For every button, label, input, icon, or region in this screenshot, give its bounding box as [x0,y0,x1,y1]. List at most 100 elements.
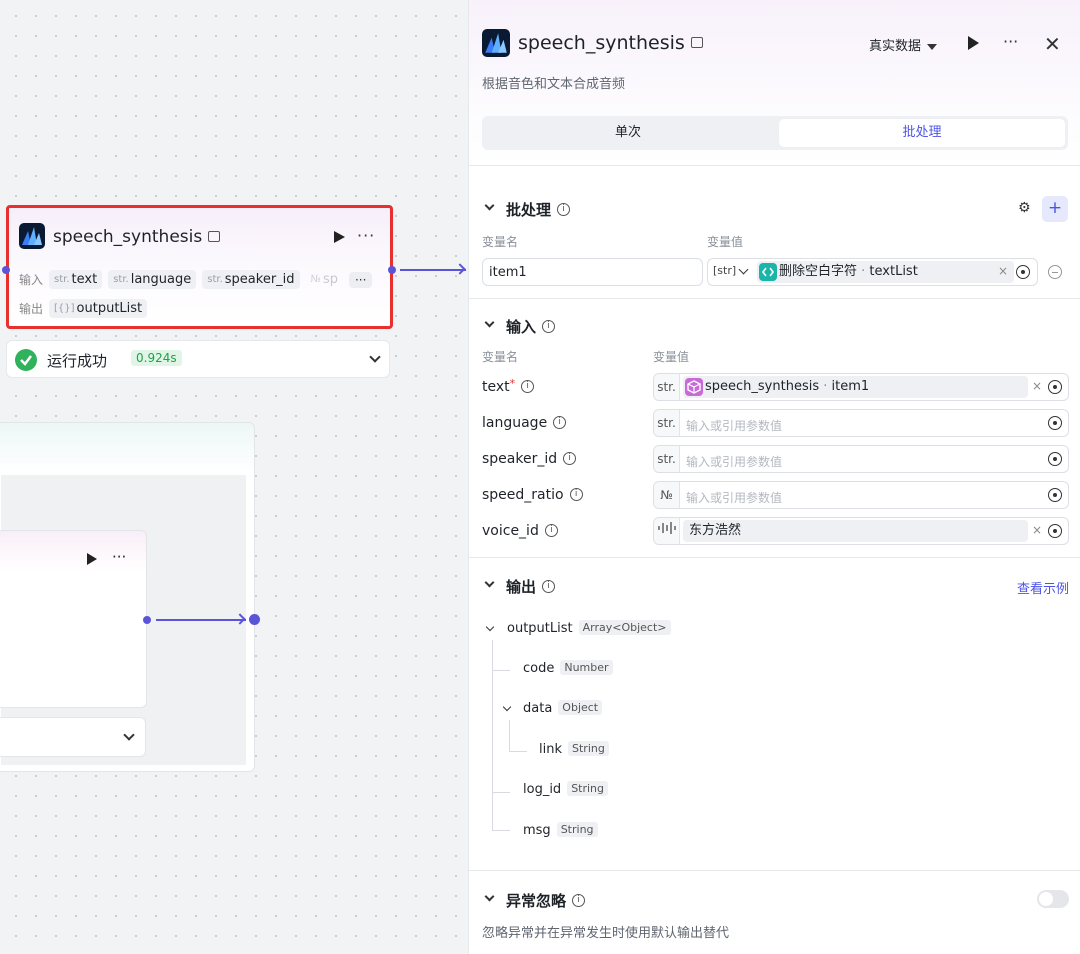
param-name: speaker_id i [482,451,577,467]
reference-chip: speech_synthesis · item1 [683,376,1028,398]
node-outputs-row: 输出 [{}] outputList [19,299,148,318]
collapse-outputlist-icon[interactable] [485,622,495,632]
info-icon[interactable]: i [542,580,556,593]
input-name: sp [322,272,338,287]
exception-ignore-toggle[interactable] [1037,890,1069,908]
info-icon[interactable]: i [544,523,558,537]
reference-target-icon[interactable] [1048,524,1062,538]
more-inputs-button[interactable]: ··· [348,271,373,288]
node-output-port[interactable] [388,266,396,274]
voice-value: 东方浩然 [689,523,742,538]
run-icon[interactable] [966,35,980,51]
collapse-output-icon[interactable] [484,577,495,588]
type-badge: Array<Object> [578,620,671,635]
info-icon[interactable]: i [563,451,577,465]
param-value-field[interactable]: str. 输入或引用参数值 [653,409,1069,437]
run-node-icon[interactable] [85,551,99,571]
node-more-button[interactable]: ··· [357,226,375,245]
param-value-field[interactable]: 东方浩然 × [653,517,1069,545]
group-output-port[interactable] [249,614,260,625]
plugin-icon [685,378,703,396]
panel-more-button[interactable]: ··· [1003,32,1018,51]
clear-reference-icon[interactable]: × [998,264,1008,278]
inner-node[interactable]: ··· [0,530,147,708]
node-input-port[interactable] [2,266,10,274]
batch-item-value-field[interactable]: [str] 删除空白字符 · textList × [707,258,1038,286]
chevron-down-icon[interactable] [123,729,135,741]
tree-node-name: data [523,701,553,716]
tree-node-name: msg [523,823,551,838]
reference-target-icon[interactable] [1048,488,1062,502]
collapse-data-icon[interactable] [502,702,512,712]
inner-node-output-port[interactable] [143,616,151,624]
inputs-label: 输入 [19,273,44,287]
info-icon[interactable]: i [572,894,586,907]
info-icon[interactable]: i [521,379,535,393]
reference-target-icon[interactable] [1016,265,1030,279]
batch-item-name-input[interactable]: item1 [482,258,703,286]
output-type: [{}] [54,303,75,314]
node-title: speech_synthesis [53,227,221,247]
clear-reference-icon[interactable]: × [1032,379,1042,393]
type-select[interactable]: [str] [713,264,736,277]
close-icon[interactable]: ✕ [1044,32,1061,56]
type-badge: String [556,822,598,837]
node-config-panel: speech_synthesis 真实数据 ··· ✕ 根据音色和文本合成音频 … [468,0,1080,954]
tree-node-name: log_id [523,782,562,797]
input-chip: str. speaker_id [202,270,300,289]
run-node-icon[interactable] [331,228,347,246]
param-value-field[interactable]: str. speech_synthesis · item1 × [653,373,1069,401]
reference-target-icon[interactable] [1048,452,1062,466]
node-more-button[interactable]: ··· [112,548,126,566]
status-text: 运行成功 [47,352,108,370]
speech-synthesis-node[interactable]: speech_synthesis ··· 输入 str. text str. lan… [6,205,393,329]
add-batch-item-button[interactable]: + [1042,196,1068,222]
real-data-dropdown[interactable]: 真实数据 [869,35,937,54]
reference-variable: textList [869,264,918,279]
panel-title: speech_synthesis [518,32,703,54]
info-icon[interactable]: i [542,320,556,333]
info-icon[interactable]: i [553,415,567,429]
reference-source: speech_synthesis [705,379,820,394]
edge-line [156,619,246,621]
collapse-input-icon[interactable] [484,317,495,328]
param-name-text: language [482,415,548,431]
tree-node-msg: msg String [523,822,598,838]
tab-single[interactable]: 单次 [485,119,771,147]
outputs-label: 输出 [19,302,44,316]
input-chip: str. text [49,270,103,289]
chevron-down-icon[interactable] [369,351,381,363]
reference-target-icon[interactable] [1048,416,1062,430]
tree-node-log-id: log_id String [523,781,609,797]
divider [469,165,1080,166]
param-value-field[interactable]: № 输入或引用参数值 [653,481,1069,509]
input-name: language [130,272,192,287]
tab-batch[interactable]: 批处理 [779,119,1065,147]
collapse-batch-icon[interactable] [484,200,495,211]
gear-icon[interactable]: ⚙ [1018,200,1031,216]
param-name: text* i [482,377,535,395]
info-icon[interactable]: i [557,203,571,216]
inner-status-bar[interactable] [0,717,146,757]
tree-node-name: code [523,661,555,676]
workflow-canvas[interactable]: speech_synthesis ··· 输入 str. text str. lan… [0,0,468,954]
node-title-text: speech_synthesis [53,227,203,247]
tree-connector [492,830,510,831]
clear-reference-icon[interactable]: × [1032,523,1042,537]
column-header-value: 变量值 [653,350,690,364]
remove-item-icon[interactable] [1048,265,1062,279]
collapse-exception-icon[interactable] [484,891,495,902]
view-example-link[interactable]: 查看示例 [1017,578,1069,597]
chevron-down-icon[interactable] [738,264,749,275]
reference-target-icon[interactable] [1048,380,1062,394]
param-placeholder: 输入或引用参数值 [686,491,783,505]
output-section-title: 输出 i [506,576,556,597]
reference-separator: · [857,264,870,279]
param-value-field[interactable]: str. 输入或引用参数值 [653,445,1069,473]
tree-node-name: link [539,742,562,757]
input-type: str. [113,274,129,285]
run-status-bar[interactable]: 运行成功 0.924s [6,340,390,378]
info-icon[interactable]: i [569,487,583,501]
batch-section-title: 批处理 i [506,199,571,220]
node-inputs-row: 输入 str. text str. language str. speaker_id … [19,270,373,289]
